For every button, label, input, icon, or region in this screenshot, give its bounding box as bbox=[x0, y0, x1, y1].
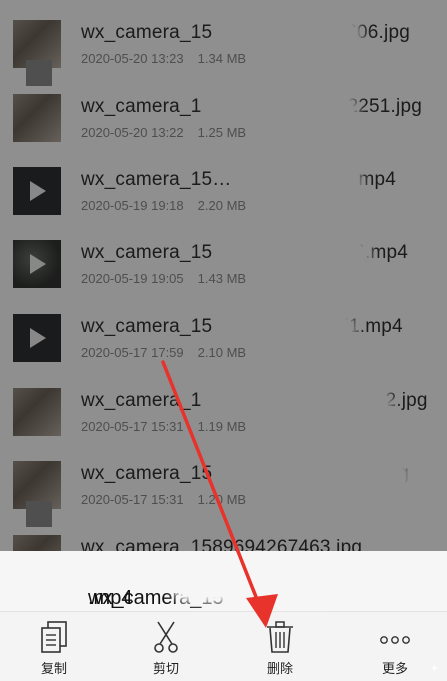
action-sheet-header: wx_camera_15 .mp4 bbox=[0, 551, 447, 612]
dim-overlay[interactable] bbox=[0, 0, 447, 551]
more-label: 更多 bbox=[381, 661, 408, 676]
redaction-blur bbox=[176, 567, 340, 597]
copy-button[interactable]: 复制 bbox=[14, 612, 94, 681]
delete-label: 删除 bbox=[266, 661, 293, 676]
action-bar: 复制 剪切 删除 更多 bbox=[0, 612, 447, 681]
cut-button[interactable]: 剪切 bbox=[126, 612, 206, 681]
more-button[interactable]: 更多 bbox=[355, 612, 435, 681]
copy-label: 复制 bbox=[40, 661, 67, 676]
trash-icon bbox=[267, 621, 293, 653]
copy-icon bbox=[41, 621, 67, 653]
scissors-icon bbox=[154, 621, 178, 653]
more-icon bbox=[380, 636, 410, 644]
cut-label: 剪切 bbox=[152, 661, 179, 676]
delete-button[interactable]: 删除 bbox=[240, 612, 320, 681]
